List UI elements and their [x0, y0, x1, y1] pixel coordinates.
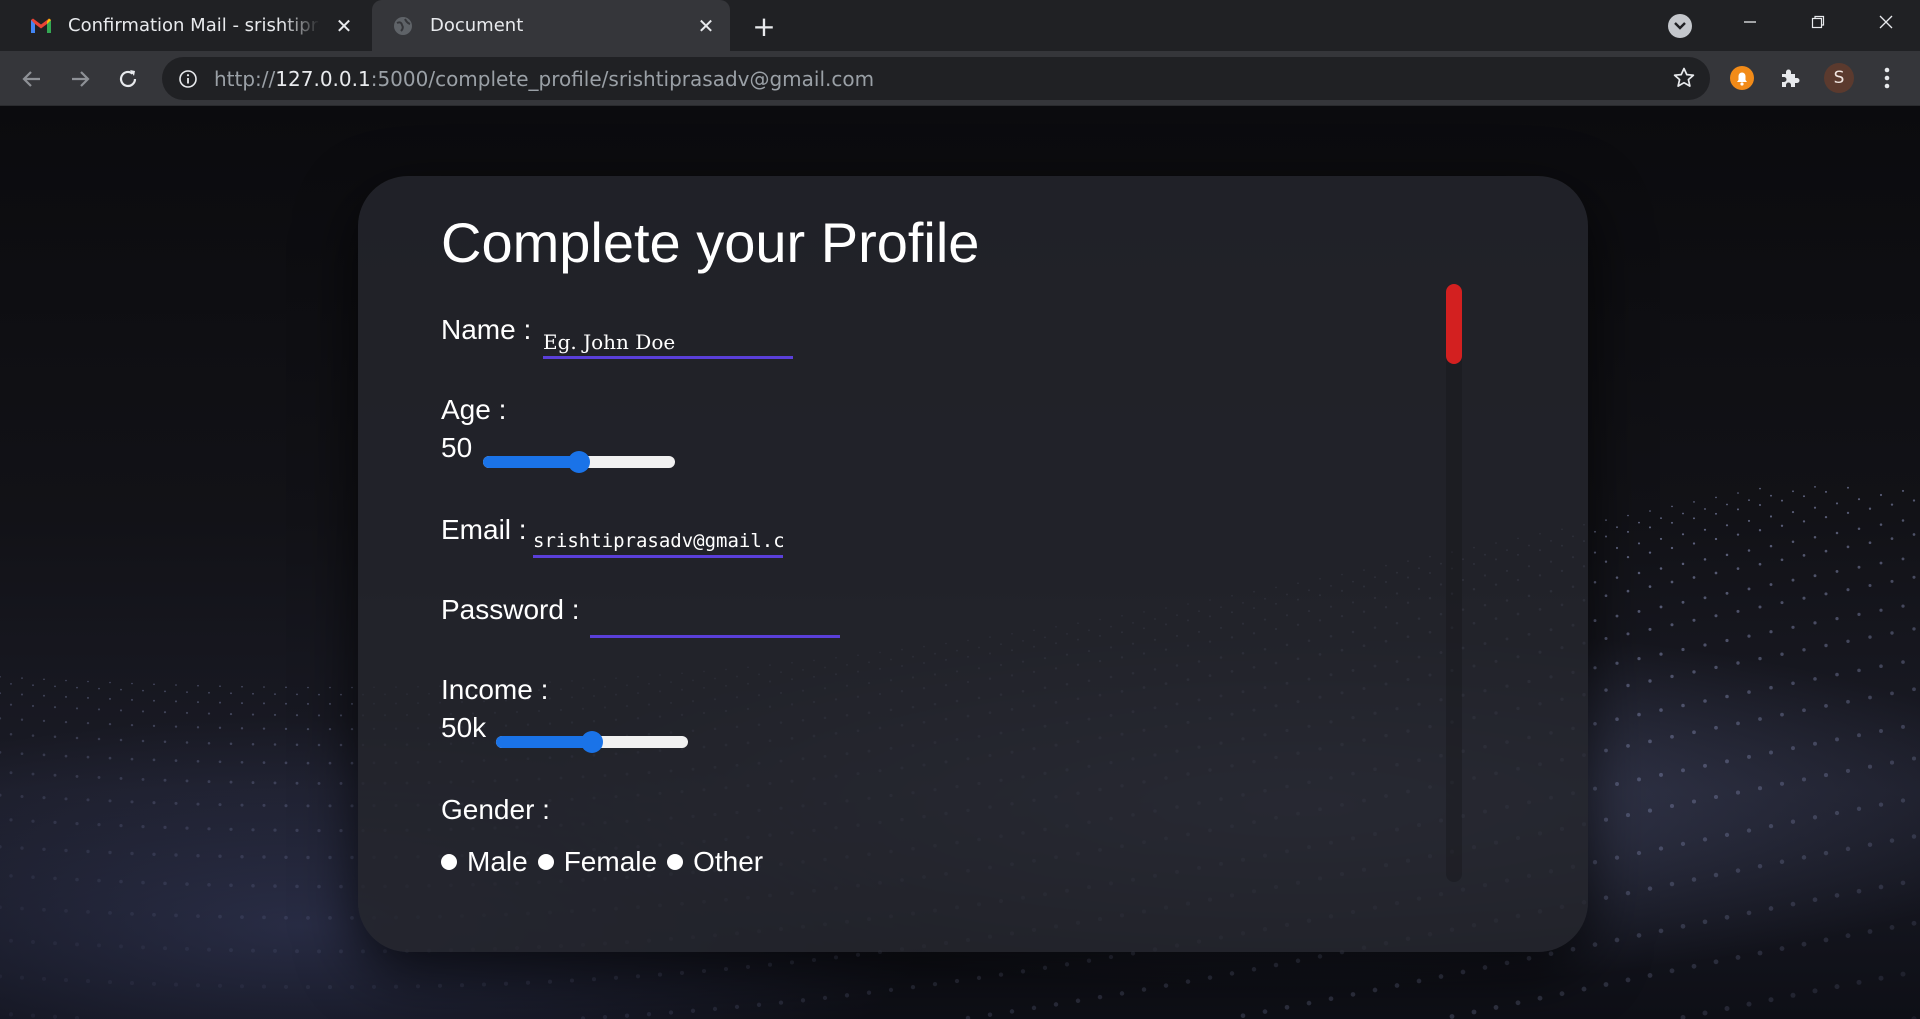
password-field[interactable] — [590, 606, 840, 638]
tab-document[interactable]: Document ✕ — [372, 0, 730, 51]
reload-icon[interactable] — [112, 63, 144, 95]
name-label: Name : — [441, 314, 532, 345]
age-slider-handle[interactable] — [568, 451, 590, 473]
bookmark-star-icon[interactable] — [1672, 66, 1696, 90]
gender-radio-group: Male Female Other — [441, 846, 773, 878]
age-value: 50 — [441, 432, 473, 463]
new-tab-button[interactable]: + — [748, 10, 780, 43]
tab-confirmation-mail[interactable]: Confirmation Mail - srishtiprasadv@gmail… — [10, 0, 368, 51]
close-window-icon[interactable] — [1852, 0, 1920, 44]
close-tab-icon[interactable]: ✕ — [692, 12, 720, 40]
income-label: Income : — [441, 674, 549, 705]
gmail-icon — [30, 15, 52, 37]
page-title: Complete your Profile — [441, 211, 980, 274]
gender-option-male[interactable]: Male — [441, 846, 528, 878]
kebab-menu-icon[interactable] — [1872, 63, 1902, 93]
tab-title: Document — [430, 15, 524, 36]
close-tab-icon[interactable]: ✕ — [330, 12, 358, 40]
profile-card: Complete your Profile Name : Age : 50 Em… — [358, 176, 1588, 952]
radio-button[interactable] — [441, 854, 457, 870]
window-controls — [1716, 0, 1920, 44]
income-slider[interactable] — [496, 731, 688, 753]
gender-label: Gender : — [441, 794, 550, 825]
tab-strip: Confirmation Mail - srishtiprasadv@gmail… — [0, 0, 1920, 51]
notification-extension-icon[interactable] — [1728, 64, 1756, 92]
restore-icon[interactable] — [1784, 0, 1852, 44]
email-label: Email : — [441, 514, 527, 545]
age-label: Age : — [441, 394, 507, 425]
tab-search-icon[interactable] — [1668, 14, 1692, 38]
extensions-puzzle-icon[interactable] — [1776, 64, 1804, 92]
form-scrollbar-thumb[interactable] — [1446, 284, 1462, 364]
gender-option-female[interactable]: Female — [537, 846, 657, 878]
radio-button[interactable] — [537, 854, 554, 870]
form-scrollbar-track[interactable] — [1446, 284, 1462, 882]
radio-button[interactable] — [667, 854, 684, 870]
browser-toolbar: http://127.0.0.1:5000/complete_profile/s… — [0, 51, 1920, 106]
age-slider[interactable] — [483, 451, 675, 473]
globe-icon — [392, 15, 414, 37]
age-slider-fill — [483, 456, 579, 468]
page-viewport: Complete your Profile Name : Age : 50 Em… — [0, 106, 1920, 1019]
income-value: 50k — [441, 712, 487, 743]
income-slider-handle[interactable] — [581, 731, 603, 753]
site-info-icon[interactable] — [176, 67, 200, 91]
forward-arrow-icon[interactable] — [64, 63, 96, 95]
tab-title: Confirmation Mail - srishtiprasadv@gmail… — [68, 15, 320, 36]
profile-avatar[interactable]: S — [1824, 63, 1854, 93]
minimize-icon[interactable] — [1716, 0, 1784, 44]
income-slider-fill — [496, 736, 592, 748]
gender-option-other[interactable]: Other — [667, 846, 763, 878]
back-arrow-icon[interactable] — [16, 63, 48, 95]
name-input[interactable] — [543, 327, 793, 359]
email-field[interactable] — [533, 526, 783, 558]
url-text: http://127.0.0.1:5000/complete_profile/s… — [214, 66, 875, 91]
address-bar[interactable]: http://127.0.0.1:5000/complete_profile/s… — [162, 57, 1710, 100]
password-label: Password : — [441, 594, 580, 625]
